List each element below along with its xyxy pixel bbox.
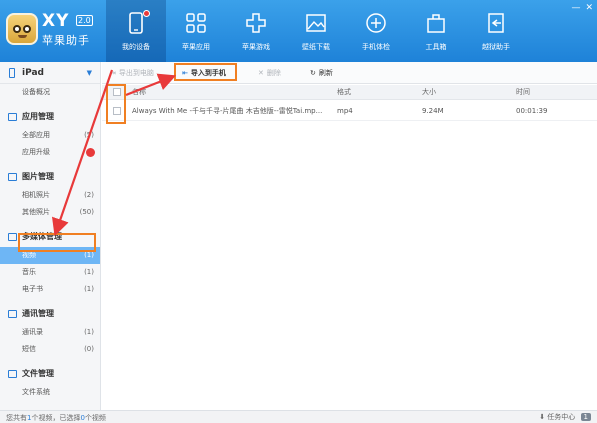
annotation-arrows (51, 69, 177, 237)
arrow-to-video (51, 69, 114, 237)
arrow-to-import (125, 73, 177, 97)
